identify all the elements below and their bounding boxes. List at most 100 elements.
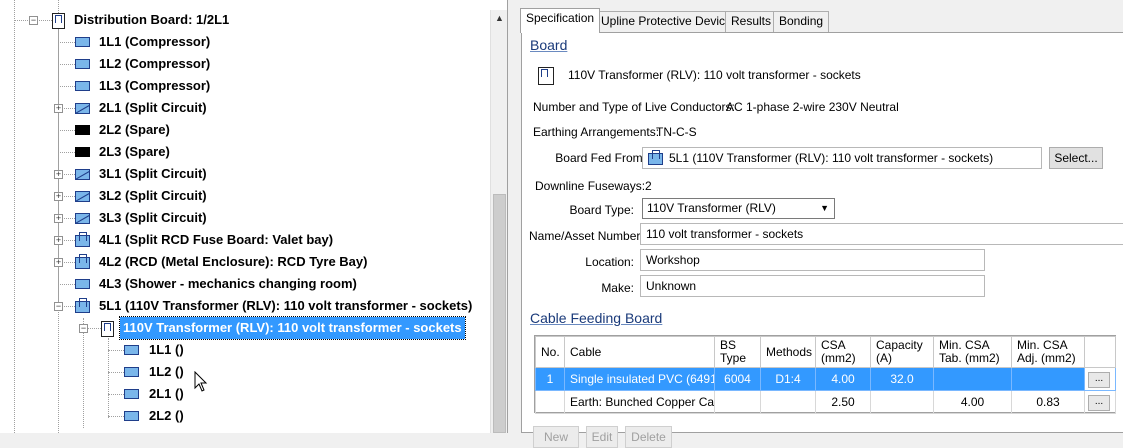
collapse-icon[interactable]: −: [29, 16, 38, 25]
tree-node[interactable]: − 5L1 (110V Transformer (RLV): 110 volt t…: [0, 295, 490, 317]
select-button[interactable]: Select...: [1049, 147, 1103, 169]
circuit-icon: [124, 389, 139, 399]
column-header[interactable]: Min. CSA Adj. (mm2): [1011, 336, 1085, 368]
tree-node-label: 2L1 (Split Circuit): [99, 100, 207, 115]
tree-node[interactable]: 1L2 (): [0, 361, 490, 383]
cell-bs-type: [714, 390, 761, 414]
location-field[interactable]: Workshop: [640, 249, 985, 271]
tree-node[interactable]: +2L1 (Split Circuit): [0, 97, 490, 119]
column-header[interactable]: Methods: [760, 336, 816, 368]
live-conductors-value: AC 1-phase 2-wire 230V Neutral: [726, 100, 899, 114]
name-asset-field[interactable]: 110 volt transformer - sockets: [640, 223, 1123, 245]
delete-button[interactable]: Delete: [625, 426, 672, 448]
expand-icon[interactable]: +: [54, 214, 63, 223]
tree-node[interactable]: +4L1 (Split RCD Fuse Board: Valet bay): [0, 229, 490, 251]
scrollbar-thumb[interactable]: [493, 194, 506, 433]
circuit-icon: [124, 345, 139, 355]
cell-bs-type: 6004: [714, 367, 761, 391]
tree-node[interactable]: 1L1 (Compressor): [0, 31, 490, 53]
board-type-value: 110V Transformer (RLV): [647, 201, 776, 215]
tree-connector: [58, 42, 75, 43]
tree-scrollbar[interactable]: ▲: [490, 10, 507, 433]
column-header[interactable]: Capacity (A): [870, 336, 934, 368]
split-circuit-icon: [75, 213, 90, 224]
expand-icon[interactable]: +: [54, 104, 63, 113]
tree-node[interactable]: 1L3 (Compressor): [0, 75, 490, 97]
tree-node[interactable]: 1L1 (): [0, 339, 490, 361]
tree-connector: [58, 64, 75, 65]
circuit-icon: [75, 279, 90, 289]
spare-icon: [75, 147, 90, 157]
fed-from-label: Board Fed From:: [555, 151, 646, 165]
cell-cable: Single insulated PVC (6491x): [564, 367, 715, 391]
column-header[interactable]: Min. CSA Tab. (mm2): [933, 336, 1012, 368]
expand-icon[interactable]: +: [54, 192, 63, 201]
tree-node-root[interactable]: − Distribution Board: 1/2L1: [0, 9, 490, 31]
tree-connector: [58, 152, 75, 153]
ellipsis-button[interactable]: ...: [1088, 395, 1110, 411]
column-header[interactable]: CSA (mm2): [815, 336, 871, 368]
tree-connector: [58, 86, 75, 87]
tree-node-selected[interactable]: − 110V Transformer (RLV): 110 volt trans…: [0, 316, 490, 340]
collapse-icon[interactable]: −: [54, 302, 63, 311]
edit-button[interactable]: Edit: [586, 426, 618, 448]
tree-node-label: 1L1 (Compressor): [99, 34, 211, 49]
spare-icon: [75, 125, 90, 135]
cell-capacity: [870, 390, 934, 414]
tree-node[interactable]: +3L2 (Split Circuit): [0, 185, 490, 207]
cell-methods: D1:4: [760, 367, 816, 391]
tree-node-label: 1L3 (Compressor): [99, 78, 211, 93]
cell-no: [535, 390, 565, 414]
expand-icon[interactable]: +: [54, 236, 63, 245]
table-row[interactable]: 1 Single insulated PVC (6491x) 6004 D1:4…: [535, 367, 1116, 391]
tree-node[interactable]: 4L3 (Shower - mechanics changing room): [0, 273, 490, 295]
tree-node[interactable]: 1L2 (Compressor): [0, 53, 490, 75]
fed-from-field: 5L1 (110V Transformer (RLV): 110 volt tr…: [642, 147, 1042, 169]
cell-no: 1: [535, 367, 565, 391]
specification-panel: Board 110V Transformer (RLV): 110 volt t…: [521, 32, 1123, 448]
distribution-board-icon: [538, 67, 554, 85]
sub-board-icon: [75, 254, 90, 269]
make-label: Make:: [601, 281, 634, 295]
tree-node[interactable]: 2L1 (): [0, 383, 490, 405]
tree-node-label: 2L3 (Spare): [99, 144, 170, 159]
board-type-dropdown[interactable]: 110V Transformer (RLV) ▼: [642, 198, 835, 219]
tab-bonding[interactable]: Bonding: [773, 11, 830, 32]
tree-node-label: 2L2 (): [149, 408, 184, 423]
tab-results[interactable]: Results: [725, 11, 778, 32]
column-header[interactable]: Cable: [564, 336, 715, 368]
tree-node[interactable]: 2L2 (): [0, 405, 490, 427]
collapse-icon[interactable]: −: [79, 324, 88, 333]
split-circuit-icon: [75, 103, 90, 114]
tree-node[interactable]: 2L3 (Spare): [0, 141, 490, 163]
circuit-tree[interactable]: − Distribution Board: 1/2L1 1L1 (Compres…: [0, 0, 508, 433]
ellipsis-button[interactable]: ...: [1088, 372, 1110, 388]
tab-upline-protective-device[interactable]: Upline Protective Device: [595, 11, 738, 32]
column-header-empty: [1084, 336, 1116, 368]
cell-min-adj: 0.83: [1011, 390, 1085, 414]
tree-node[interactable]: +3L3 (Split Circuit): [0, 207, 490, 229]
scroll-up-arrow-icon[interactable]: ▲: [495, 13, 504, 23]
tree-node-label: 3L1 (Split Circuit): [99, 166, 207, 181]
name-asset-label: Name/Asset Number:: [529, 229, 644, 243]
table-row[interactable]: Earth: Bunched Copper Cable 2.50 4.00 0.…: [535, 390, 1116, 414]
column-header[interactable]: BS Type: [714, 336, 761, 368]
column-header[interactable]: No.: [535, 336, 565, 368]
cable-section-title: Cable Feeding Board: [530, 310, 663, 326]
tree-connector: [108, 350, 124, 351]
tab-specification[interactable]: Specification: [520, 8, 601, 33]
expand-icon[interactable]: +: [54, 170, 63, 179]
tree-node[interactable]: +3L1 (Split Circuit): [0, 163, 490, 185]
split-circuit-icon: [75, 191, 90, 202]
board-section-title: Board: [530, 37, 568, 53]
new-button[interactable]: New: [533, 426, 579, 448]
distribution-board-icon: [52, 13, 65, 29]
tree-node[interactable]: 2L2 (Spare): [0, 119, 490, 141]
make-field[interactable]: Unknown: [640, 275, 985, 297]
cell-min-tab: [933, 367, 1012, 391]
expand-icon[interactable]: +: [54, 258, 63, 267]
tree-node-label: 1L1 (): [149, 342, 184, 357]
tree-node-label: 4L2 (RCD (Metal Enclosure): RCD Tyre Bay…: [99, 254, 368, 269]
tree-node[interactable]: +4L2 (RCD (Metal Enclosure): RCD Tyre Ba…: [0, 251, 490, 273]
cell-min-tab: 4.00: [933, 390, 1012, 414]
